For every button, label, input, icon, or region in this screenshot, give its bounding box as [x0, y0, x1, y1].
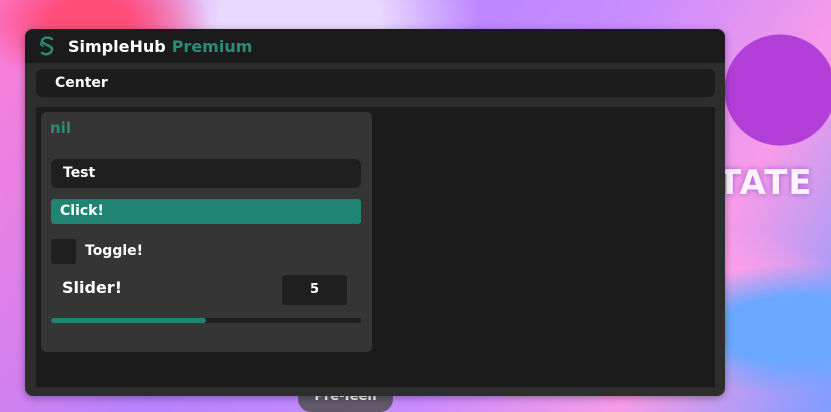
simplehub-window: SimpleHub Premium Center nil Test Click!… — [25, 29, 725, 396]
toggle-label: Toggle! — [85, 243, 144, 259]
app-title: SimpleHub — [68, 36, 166, 56]
title-bar[interactable]: SimpleHub Premium — [25, 29, 725, 63]
click-button[interactable]: Click! — [51, 199, 361, 224]
background-text: TATE — [718, 163, 813, 203]
test-textbox[interactable]: Test — [51, 159, 361, 188]
slider-fill — [51, 318, 206, 323]
content-area: nil Test Click! Toggle! Slider! 5 — [36, 107, 715, 387]
section-panel: nil Test Click! Toggle! Slider! 5 — [41, 112, 372, 352]
slider-track[interactable] — [51, 318, 361, 323]
simplehub-logo-icon — [36, 35, 58, 57]
slider-label: Slider! — [62, 278, 122, 297]
slider-value-box[interactable]: 5 — [282, 275, 347, 305]
section-title: nil — [50, 119, 71, 137]
toggle-checkbox[interactable] — [51, 239, 76, 264]
tab-center[interactable]: Center — [55, 75, 108, 91]
premium-label: Premium — [171, 36, 253, 56]
tab-bar: Center — [36, 69, 715, 97]
